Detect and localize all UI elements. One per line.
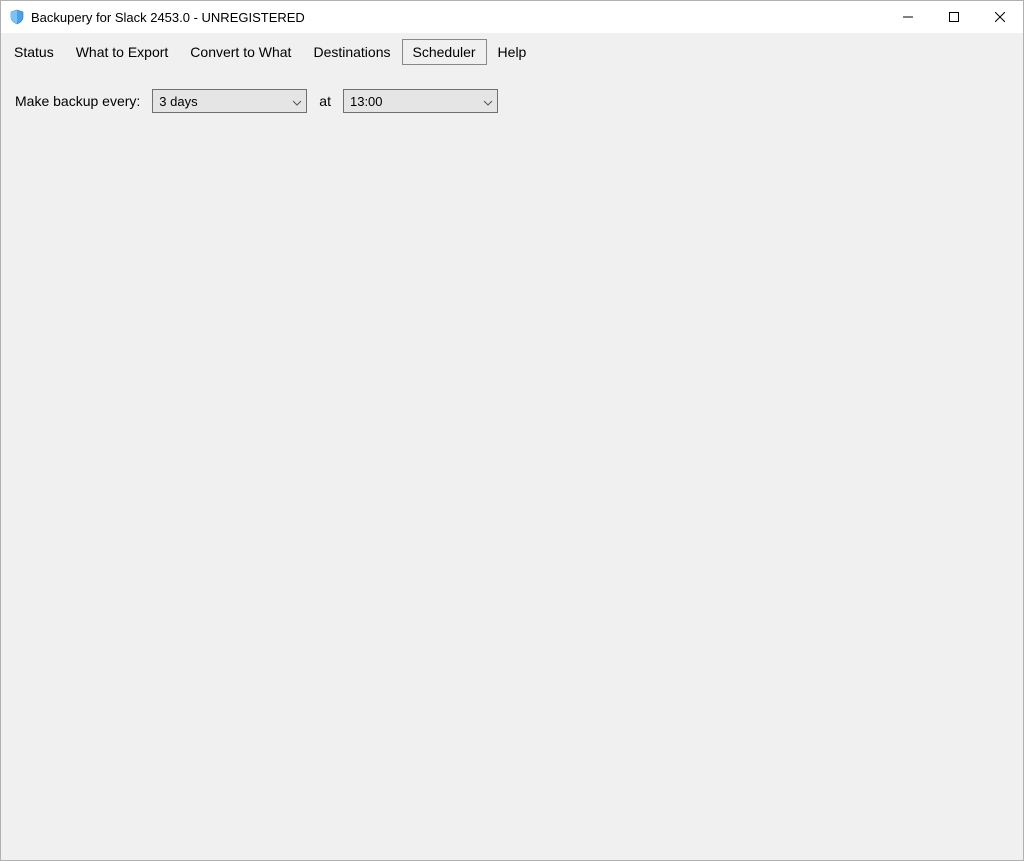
minimize-icon: [903, 12, 913, 22]
label-at: at: [319, 93, 331, 109]
label-make-backup-every: Make backup every:: [15, 93, 140, 109]
shield-icon: [9, 9, 25, 25]
tab-scheduler[interactable]: Scheduler: [402, 39, 487, 65]
time-select-value: 13:00: [350, 94, 383, 109]
chevron-down-icon: [483, 94, 493, 109]
time-select[interactable]: 13:00: [343, 89, 498, 113]
tab-convert-to-what[interactable]: Convert to What: [179, 39, 302, 65]
interval-select-value: 3 days: [159, 94, 197, 109]
tabs: Status What to Export Convert to What De…: [1, 33, 1023, 65]
chevron-down-icon: [292, 94, 302, 109]
window-controls: [885, 1, 1023, 33]
titlebar: Backupery for Slack 2453.0 - UNREGISTERE…: [1, 1, 1023, 33]
content-area: Status What to Export Convert to What De…: [1, 33, 1023, 860]
tab-help[interactable]: Help: [487, 39, 538, 65]
scheduler-panel: Make backup every: 3 days at 13:00: [1, 65, 1023, 137]
tab-status[interactable]: Status: [3, 39, 65, 65]
interval-select[interactable]: 3 days: [152, 89, 307, 113]
minimize-button[interactable]: [885, 1, 931, 33]
tab-what-to-export[interactable]: What to Export: [65, 39, 180, 65]
close-button[interactable]: [977, 1, 1023, 33]
window-title: Backupery for Slack 2453.0 - UNREGISTERE…: [31, 10, 305, 25]
close-icon: [995, 12, 1005, 22]
maximize-icon: [949, 12, 959, 22]
tab-destinations[interactable]: Destinations: [302, 39, 401, 65]
maximize-button[interactable]: [931, 1, 977, 33]
